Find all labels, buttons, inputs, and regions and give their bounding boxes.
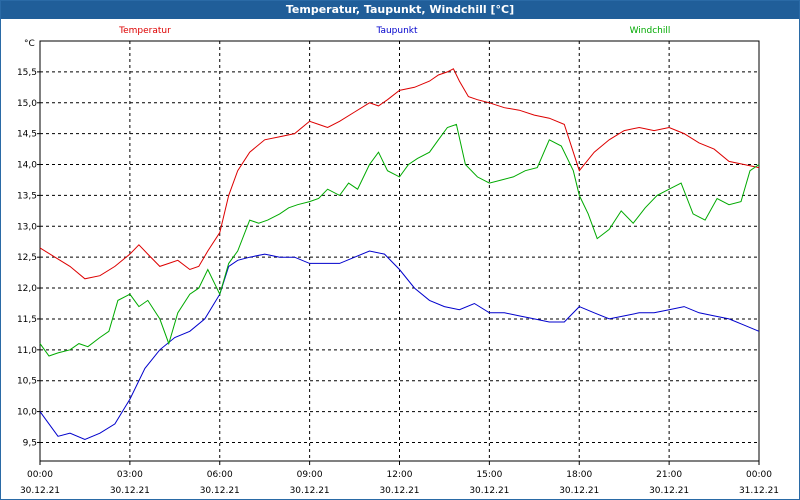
- x-tick-date-label: 30.12.21: [200, 486, 240, 496]
- y-tick-label: 12,5: [17, 253, 37, 263]
- chart-svg: 9,5 10,0 10,5 11,0 11,5 12,0 12,5 13,0 13,5 14,0 1…: [17, 26, 779, 496]
- y-axis-unit-label: °C: [24, 39, 35, 49]
- y-tick-label: 10,5: [17, 377, 37, 387]
- legend-label-windchill: Windchill: [630, 26, 671, 36]
- x-axis-ticks: 00:00 30.12.21 03:00 30.12.21 06:00 30.12.21 0…: [20, 461, 779, 496]
- y-tick-label: 9,5: [23, 438, 37, 448]
- y-tick-label: 11,5: [17, 315, 37, 325]
- x-tick-date-label: 30.12.21: [559, 486, 599, 496]
- x-tick-date-label: 31.12.21: [739, 486, 779, 496]
- y-tick-label: 12,0: [17, 284, 37, 294]
- x-tick-time-label: 21:00: [656, 470, 682, 480]
- x-tick-date-label: 30.12.21: [20, 486, 60, 496]
- x-tick-date-label: 30.12.21: [290, 486, 330, 496]
- x-tick-time-label: 00:00: [27, 470, 53, 480]
- y-tick-label: 13,5: [17, 191, 37, 201]
- x-tick-time-label: 03:00: [117, 470, 143, 480]
- x-tick-date-label: 30.12.21: [469, 486, 509, 496]
- legend-label-taupunkt: Taupunkt: [375, 26, 418, 36]
- x-tick-time-label: 12:00: [387, 470, 413, 480]
- y-axis-ticks: 9,5 10,0 10,5 11,0 11,5 12,0 12,5 13,0 13,5 14,0 1…: [17, 68, 40, 448]
- y-tick-label: 13,0: [17, 222, 37, 232]
- y-tick-label: 15,5: [17, 68, 37, 78]
- y-tick-label: 15,0: [17, 99, 37, 109]
- x-tick-time-label: 06:00: [207, 470, 233, 480]
- legend-label-temperatur: Temperatur: [118, 26, 171, 36]
- legend: Temperatur Taupunkt Windchill: [118, 26, 670, 36]
- x-tick-time-label: 00:00: [746, 470, 772, 480]
- x-tick-date-label: 30.12.21: [110, 486, 150, 496]
- y-tick-label: 11,0: [17, 346, 37, 356]
- x-tick-time-label: 15:00: [476, 470, 502, 480]
- x-tick-time-label: 09:00: [297, 470, 323, 480]
- x-tick-date-label: 30.12.21: [379, 486, 419, 496]
- y-tick-label: 14,0: [17, 161, 37, 171]
- y-tick-label: 14,5: [17, 130, 37, 140]
- x-tick-date-label: 30.12.21: [649, 486, 689, 496]
- y-tick-label: 10,0: [17, 408, 37, 418]
- x-tick-time-label: 18:00: [566, 470, 592, 480]
